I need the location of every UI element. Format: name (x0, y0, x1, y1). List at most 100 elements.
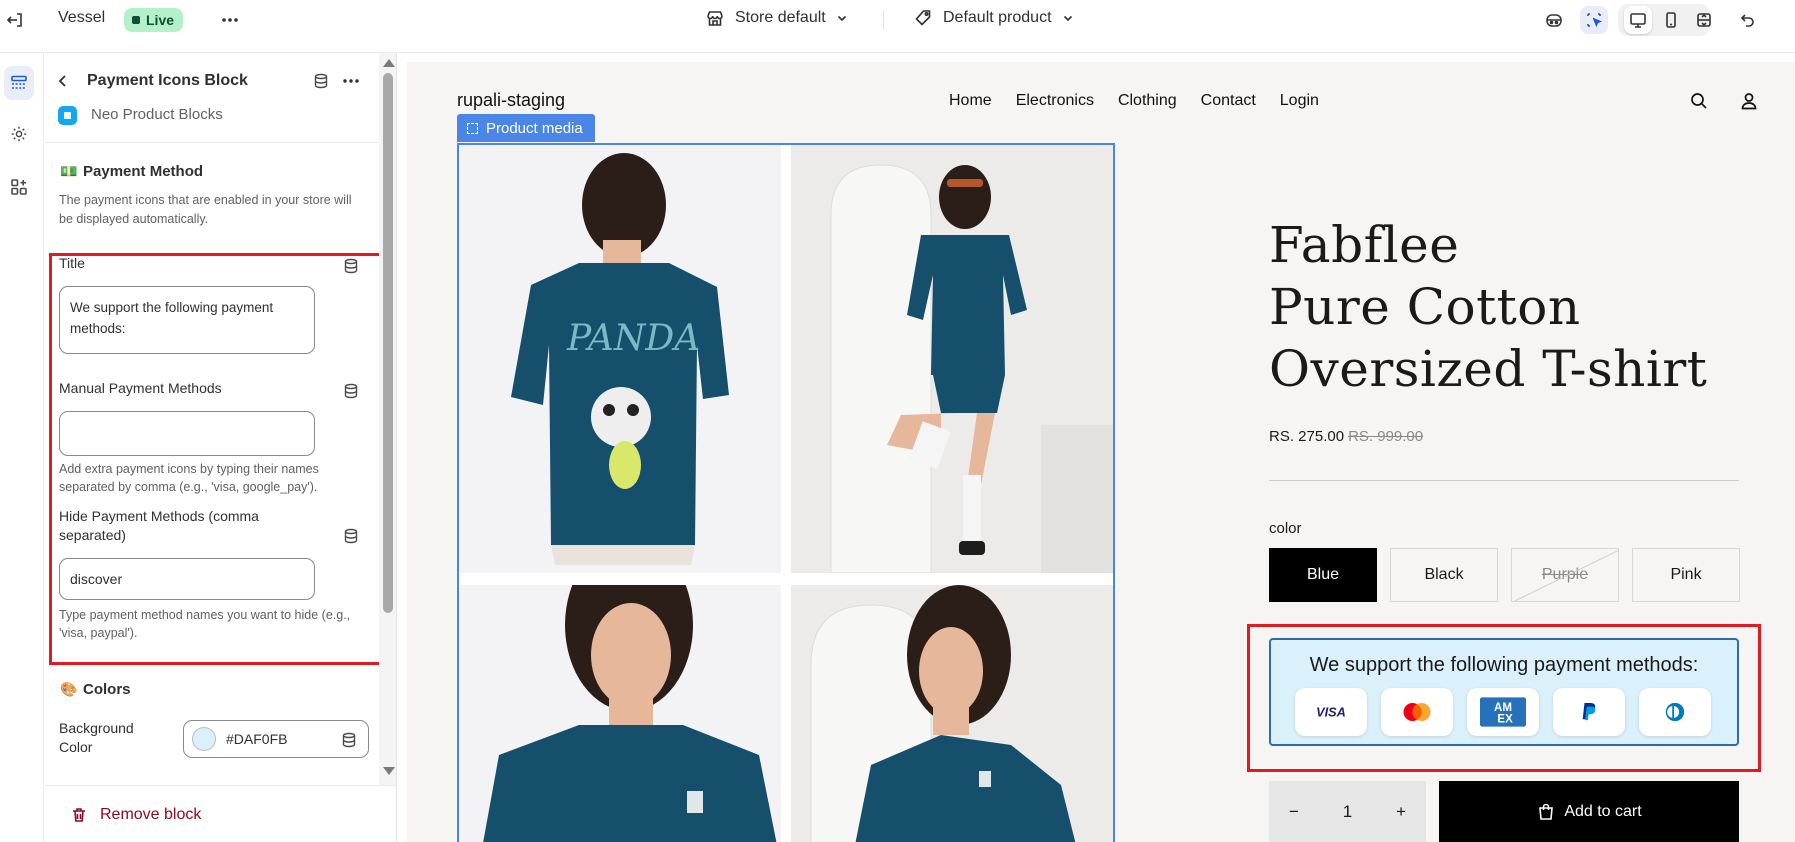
nav-link-home[interactable]: Home (949, 92, 992, 110)
panel-footer: Remove block (45, 785, 396, 842)
remove-block-label: Remove block (100, 806, 202, 823)
background-color-input[interactable]: #DAF0FB (183, 720, 369, 758)
apps-icon[interactable] (4, 170, 34, 204)
nav-link-clothing[interactable]: Clothing (1118, 92, 1177, 110)
header-divider (45, 142, 380, 143)
mobile-view-icon[interactable] (1657, 6, 1685, 34)
amex-icon: AM EX (1467, 688, 1539, 736)
block-settings-panel: Payment Icons Block Neo Product Blocks 💵… (45, 53, 397, 842)
nav-link-contact[interactable]: Contact (1201, 92, 1256, 110)
variant-black[interactable]: Black (1390, 548, 1498, 602)
scroll-down-arrow-icon[interactable] (383, 767, 395, 775)
payment-method-heading: 💵 Payment Method (60, 163, 203, 180)
app-name[interactable]: Neo Product Blocks (91, 106, 223, 123)
increase-quantity-icon[interactable]: + (1396, 802, 1406, 822)
svg-text:AM: AM (1494, 702, 1512, 714)
scrollbar-thumb[interactable] (383, 73, 393, 613)
highlight-box (49, 253, 384, 665)
store-selector-label: Store default (735, 9, 826, 26)
fullscreen-view-icon[interactable] (1690, 6, 1718, 34)
visa-icon: VISA (1295, 688, 1367, 736)
product-title-line-2: Pure Cotton (1269, 278, 1581, 336)
quantity-stepper: − 1 + (1269, 781, 1426, 842)
dynamic-source-icon[interactable] (312, 72, 330, 90)
variant-pink[interactable]: Pink (1632, 548, 1740, 602)
cart-icon (1536, 802, 1556, 822)
svg-text:VISA: VISA (1316, 705, 1346, 720)
sections-icon[interactable] (4, 66, 34, 100)
dynamic-source-icon[interactable] (340, 731, 358, 749)
svg-text:EX: EX (1497, 713, 1513, 725)
product-media-gallery[interactable]: PANDA (457, 143, 1115, 842)
color-option-label: color (1269, 520, 1302, 537)
variant-blue[interactable]: Blue (1269, 548, 1377, 602)
editor-top-bar: Vessel Live Store default Default produc… (0, 0, 1795, 40)
chevron-down-icon (1062, 12, 1074, 24)
add-to-cart-label: Add to cart (1564, 803, 1642, 820)
product-title-line-1: Fabflee (1269, 216, 1460, 274)
colors-heading-text: Colors (83, 681, 131, 698)
color-variant-picker: Blue Black Purple Pink (1269, 548, 1740, 602)
more-actions-icon[interactable] (218, 8, 242, 32)
template-selector[interactable]: Default product (913, 8, 1074, 28)
search-icon[interactable] (1689, 91, 1709, 111)
nav-link-login[interactable]: Login (1280, 92, 1319, 110)
product-media-label: Product media (486, 119, 583, 137)
color-swatch[interactable] (192, 727, 216, 751)
desktop-view-icon[interactable] (1624, 6, 1652, 34)
compare-at-price: RS. 999.00 (1348, 428, 1424, 445)
mastercard-icon (1381, 688, 1453, 736)
panel-scrollbar[interactable] (379, 53, 396, 785)
tag-icon (913, 8, 933, 28)
toolbar-divider (883, 10, 884, 30)
selection-frame-icon (467, 122, 478, 134)
product-image-side-pose[interactable] (791, 585, 1113, 842)
background-color-value: #DAF0FB (226, 731, 288, 747)
storefront-preview: rupali-staging Home Electronics Clothing… (407, 62, 1795, 842)
remove-block-button[interactable]: Remove block (70, 806, 201, 824)
diners-club-icon (1639, 688, 1711, 736)
payment-block-title: We support the following payment methods… (1309, 654, 1699, 676)
inspector-select-icon[interactable] (1580, 6, 1608, 34)
nav-link-electronics[interactable]: Electronics (1016, 92, 1094, 110)
exit-icon[interactable] (5, 10, 25, 30)
product-image-full-body[interactable] (791, 145, 1113, 573)
payment-icons-block[interactable]: We support the following payment methods… (1269, 638, 1739, 746)
payment-method-description: The payment icons that are enabled in yo… (59, 193, 352, 226)
editor-left-rail (0, 53, 44, 842)
paypal-icon (1553, 688, 1625, 736)
product-media-tag[interactable]: Product media (457, 114, 595, 142)
scroll-up-arrow-icon[interactable] (383, 59, 395, 67)
back-arrow-icon[interactable] (55, 73, 71, 89)
theme-name[interactable]: Vessel (58, 9, 105, 27)
payment-icon-list: VISA AM EX (1295, 688, 1711, 736)
sidekick-icon[interactable] (1540, 6, 1568, 34)
block-title: Payment Icons Block (87, 72, 248, 89)
product-title: Fabflee Pure Cotton Oversized T-shirt (1269, 214, 1707, 400)
background-color-label: Background Color (59, 720, 134, 755)
variant-purple[interactable]: Purple (1511, 548, 1619, 602)
sale-price: RS. 275.00 (1269, 428, 1345, 445)
account-icon[interactable] (1739, 91, 1759, 111)
product-title-line-3: Oversized T-shirt (1269, 340, 1708, 398)
theme-settings-icon[interactable] (4, 117, 34, 151)
svg-text:PANDA: PANDA (566, 318, 700, 359)
store-logo[interactable]: rupali-staging (457, 90, 565, 111)
live-status-label: Live (146, 12, 175, 28)
payment-method-heading-text: Payment Method (83, 163, 204, 180)
chevron-down-icon (836, 12, 848, 24)
live-status-badge: Live (124, 8, 184, 32)
product-price: RS. 275.00 RS. 999.00 (1269, 428, 1423, 445)
store-selector[interactable]: Store default (705, 8, 848, 28)
quantity-value[interactable]: 1 (1343, 802, 1352, 822)
undo-icon[interactable] (1734, 6, 1762, 34)
more-options-icon[interactable] (341, 72, 361, 90)
product-image-front-closeup[interactable] (459, 585, 781, 842)
product-image-back[interactable]: PANDA (459, 145, 781, 573)
template-selector-label: Default product (943, 9, 1052, 26)
price-divider (1269, 480, 1739, 481)
money-icon: 💵 (60, 163, 78, 179)
add-to-cart-button[interactable]: Add to cart (1439, 781, 1739, 842)
main-navigation: Home Electronics Clothing Contact Login (949, 92, 1319, 110)
decrease-quantity-icon[interactable]: − (1289, 802, 1299, 822)
